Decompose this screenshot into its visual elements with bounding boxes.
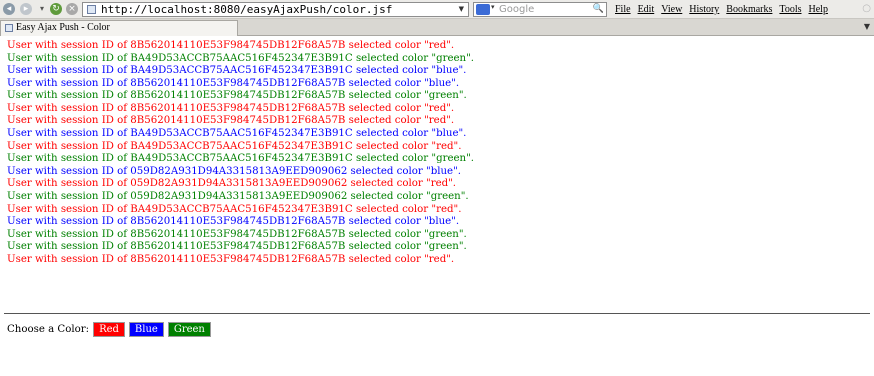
tab-list-icon[interactable]: ▼: [864, 21, 870, 33]
log-entry: User with session ID of 8B562014110E53F9…: [7, 115, 455, 127]
log-entry: User with session ID of 8B562014110E53F9…: [7, 77, 460, 89]
red-button[interactable]: Red: [93, 321, 125, 337]
log-entry: User with session ID of 8B562014110E53F9…: [7, 40, 455, 51]
tab-title: Easy Ajax Push - Color: [16, 22, 110, 33]
page-favicon-icon: [87, 5, 96, 14]
log-entry: User with session ID of 8B562014110E53F9…: [7, 102, 455, 114]
url-dropdown-icon[interactable]: ▼: [459, 3, 464, 16]
log-entry: User with session ID of 8B562014110E53F9…: [7, 216, 460, 228]
color-chooser: Choose a Color: Red Blue Green: [7, 320, 215, 338]
choose-color-label: Choose a Color:: [7, 323, 90, 335]
throbber-icon: ○: [862, 3, 871, 14]
color-log: User with session ID of 8B562014110E53F9…: [7, 40, 474, 266]
blue-button[interactable]: Blue: [128, 321, 164, 337]
tab-bar: Easy Ajax Push - Color ▼: [0, 19, 874, 36]
stop-icon[interactable]: ×: [66, 3, 78, 15]
tab-easy-ajax-push[interactable]: Easy Ajax Push - Color: [0, 20, 238, 36]
log-entry: User with session ID of BA49D53ACCB75AAC…: [7, 65, 467, 77]
log-entry: User with session ID of 8B562014110E53F9…: [7, 90, 467, 102]
log-entry: User with session ID of BA49D53ACCB75AAC…: [7, 140, 462, 152]
menu-help[interactable]: Help: [809, 4, 828, 15]
reload-icon[interactable]: ↻: [50, 3, 62, 15]
log-entry: User with session ID of BA49D53ACCB75AAC…: [7, 153, 475, 165]
green-button[interactable]: Green: [167, 321, 211, 337]
menu-bar: File Edit View History Bookmarks Tools H…: [615, 0, 835, 19]
log-entry: User with session ID of 059D82A931D94A33…: [7, 165, 461, 177]
log-entry: User with session ID of BA49D53ACCB75AAC…: [7, 128, 467, 140]
tab-favicon-icon: [5, 24, 13, 32]
log-entry: User with session ID of 059D82A931D94A33…: [7, 190, 469, 202]
menu-view[interactable]: View: [661, 4, 682, 15]
browser-toolbar: ◂ ▸ ▾ ↻ × http://localhost:8080/easyAjax…: [0, 0, 874, 19]
log-entry: User with session ID of BA49D53ACCB75AAC…: [7, 52, 475, 64]
log-entry: User with session ID of BA49D53ACCB75AAC…: [7, 203, 462, 215]
url-bar[interactable]: http://localhost:8080/easyAjaxPush/color…: [82, 2, 469, 17]
log-entry: User with session ID of 059D82A931D94A33…: [7, 178, 457, 190]
log-entry: User with session ID of 8B562014110E53F9…: [7, 253, 455, 265]
search-bar[interactable]: Google 🔍: [473, 2, 607, 17]
back-icon[interactable]: ◂: [3, 3, 15, 15]
search-icon[interactable]: 🔍: [593, 3, 604, 16]
menu-history[interactable]: History: [689, 4, 719, 15]
menu-edit[interactable]: Edit: [638, 4, 655, 15]
page-content: User with session ID of 8B562014110E53F9…: [0, 37, 874, 376]
menu-file[interactable]: File: [615, 4, 631, 15]
history-dropdown-icon[interactable]: ▾: [38, 3, 46, 15]
forward-icon[interactable]: ▸: [20, 3, 32, 15]
search-engine-icon[interactable]: [476, 3, 495, 15]
log-entry: User with session ID of 8B562014110E53F9…: [7, 241, 467, 253]
divider: [4, 313, 870, 314]
log-entry: User with session ID of 8B562014110E53F9…: [7, 228, 467, 240]
search-input[interactable]: Google: [499, 3, 534, 16]
menu-bookmarks[interactable]: Bookmarks: [726, 4, 772, 15]
menu-tools[interactable]: Tools: [779, 4, 801, 15]
url-text[interactable]: http://localhost:8080/easyAjaxPush/color…: [101, 3, 392, 16]
